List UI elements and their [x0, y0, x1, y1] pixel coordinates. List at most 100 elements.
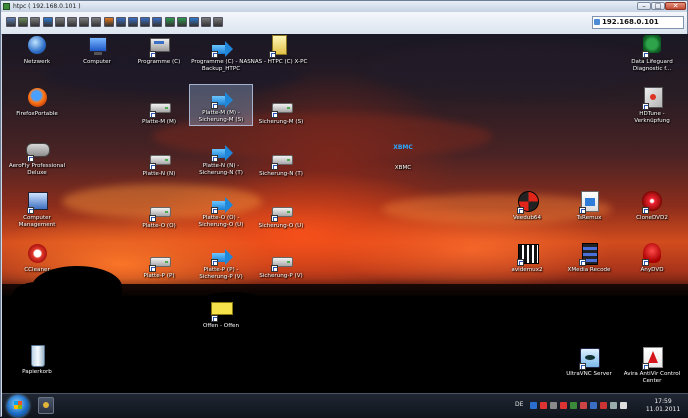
- fullscreen-toggle-icon[interactable]: [213, 17, 224, 27]
- shortcut-arrow-icon: [271, 111, 278, 118]
- shortcut-arrow-icon: [642, 259, 649, 266]
- shortcut-arrow-icon: [211, 259, 218, 266]
- language-indicator[interactable]: DE: [515, 401, 523, 408]
- alt-key-icon[interactable]: [79, 17, 90, 27]
- desktop-icon-lifeguard[interactable]: Data Lifeguard Diagnostic f...: [620, 34, 684, 72]
- desktop-icon-offen[interactable]: Offen - Offen: [189, 298, 253, 330]
- desktop-icon-anydvd[interactable]: AnyDVD: [620, 242, 684, 274]
- record-icon[interactable]: [189, 17, 199, 27]
- tray-icon[interactable]: [530, 402, 537, 409]
- screenshot-icon[interactable]: [201, 17, 212, 27]
- desktop-icon-clonedvd[interactable]: CloneDVD2: [620, 190, 684, 222]
- ctrl-alt-del-icon[interactable]: [54, 17, 65, 27]
- desktop-icon-platte-n[interactable]: Platte-N (N): [127, 146, 191, 178]
- shortcut-arrow-icon: [517, 259, 524, 266]
- windows-key-icon[interactable]: [91, 17, 102, 27]
- desktop-icon-sicherung-o[interactable]: Sicherung-O (U): [249, 198, 313, 230]
- send-icon[interactable]: [176, 17, 187, 27]
- desktop-icon-label: Sicherung-M (S): [258, 119, 304, 125]
- desktop-icon-ultravnc[interactable]: UltraVNC Server: [557, 346, 621, 378]
- desktop-icon-platte-n-sicherung[interactable]: Platte-N (N) - Sicherung-N (T): [189, 138, 253, 176]
- shortcut-arrow-icon: [579, 259, 586, 266]
- desktop-icon-firefox[interactable]: FirefoxPortable: [5, 86, 69, 118]
- tray-icon[interactable]: [610, 402, 617, 409]
- desktop-icon-label: Platte-N (N): [142, 171, 176, 177]
- tray-icon[interactable]: [580, 402, 587, 409]
- desktop-icon-hdtune[interactable]: HDTune - Verknüpfung: [620, 86, 684, 124]
- desktop-icon-computer[interactable]: Computer: [65, 34, 129, 66]
- connection-info-icon[interactable]: [18, 17, 29, 27]
- shortcut-arrow-icon: [642, 103, 649, 110]
- desktop-icon-avidemux[interactable]: avidemux2: [495, 242, 559, 274]
- host-address-field[interactable]: 192.168.0.101: [592, 16, 684, 29]
- maximize-button[interactable]: □: [651, 2, 665, 10]
- refresh-icon[interactable]: [42, 17, 53, 27]
- desktop-icon-label: HDTune - Verknüpfung: [634, 111, 670, 124]
- shortcut-arrow-icon: [149, 163, 156, 170]
- tray-icon[interactable]: [550, 402, 557, 409]
- desktop-icon-sicherung-n[interactable]: Sicherung-N (T): [249, 146, 313, 178]
- desktop-icon-label: Sicherung-N (T): [259, 171, 303, 177]
- desktop-icon-ccleaner[interactable]: CCleaner: [5, 242, 69, 274]
- shortcut-arrow-icon: [517, 207, 524, 214]
- desktop-icon-label: Netzwerk: [23, 59, 51, 65]
- sync-offen-icon: [211, 302, 233, 315]
- settings-icon[interactable]: [30, 17, 41, 27]
- vnc-app-icon: [3, 3, 10, 10]
- title-bar: htpc ( 192.168.0.101 ) – □ ✕: [1, 1, 687, 12]
- network-icon: [28, 36, 46, 54]
- minimize-button[interactable]: –: [637, 2, 651, 10]
- desktop-icon-label: CloneDVD2: [636, 215, 668, 221]
- desktop-icon-programme-nas-backup[interactable]: Programme (C) - NAS Backup_HTPC: [189, 34, 253, 72]
- tray-icon[interactable]: [620, 402, 627, 409]
- ccleaner-icon: [28, 244, 47, 263]
- desktop-icon-platte-m[interactable]: Platte-M (M): [127, 94, 191, 126]
- clock-time[interactable]: 17:59: [648, 398, 678, 405]
- desktop-icon-platte-m-sicherung[interactable]: Platte-M (M) - Sicherung-M (S): [189, 84, 253, 126]
- shortcut-arrow-icon: [271, 163, 278, 170]
- file-transfer-icon[interactable]: [128, 17, 138, 27]
- desktop-icon-papierkorb[interactable]: Papierkorb: [5, 344, 69, 376]
- tray-icon[interactable]: [540, 402, 547, 409]
- scale-icon[interactable]: [140, 17, 151, 27]
- desktop-icon-label: UltraVNC Server: [566, 371, 612, 377]
- desktop-icon-programme-c[interactable]: Programme (C): [127, 34, 191, 66]
- recycle-bin-icon: [31, 345, 45, 367]
- desktop-icon-platte-o-sicherung[interactable]: Platte-O (O) - Sicherung-O (U): [189, 190, 253, 228]
- monitor-icon[interactable]: [152, 17, 163, 27]
- desktop-icon-netzwerk[interactable]: Netzwerk: [5, 34, 69, 66]
- start-button[interactable]: [7, 395, 29, 417]
- tray-icon[interactable]: [570, 402, 577, 409]
- desktop-icon-avira[interactable]: Avira AntiVir Control Center: [620, 346, 684, 384]
- desktop-icon-platte-o[interactable]: Platte-O (O): [127, 198, 191, 230]
- desktop-icon-xmedia-recode[interactable]: XMedia Recode: [557, 242, 621, 274]
- desktop-icon-xbmc[interactable]: XBMC XBMC: [371, 140, 435, 172]
- desktop-icon-aerofly[interactable]: AeroFly Professional Deluxe: [5, 138, 69, 176]
- tray-icon[interactable]: [590, 402, 597, 409]
- wallpaper-cloud: [362, 44, 662, 94]
- shortcut-arrow-icon: [579, 363, 586, 370]
- ctrl-key-icon[interactable]: [67, 17, 77, 27]
- desktop-icon-label: Offen - Offen: [202, 323, 240, 329]
- desktop-icon-nas-htpc[interactable]: NAS - HTPC (C) X-PC: [247, 34, 311, 66]
- desktop-icon-label: Data Lifeguard Diagnostic f...: [631, 59, 673, 72]
- stop-icon[interactable]: [103, 17, 114, 27]
- desktop-icon-platte-p[interactable]: Platte-P (P): [127, 248, 191, 280]
- window-title: htpc ( 192.168.0.101 ): [13, 3, 81, 10]
- desktop-icon-sicherung-p[interactable]: Sicherung-P (V): [249, 248, 313, 280]
- desktop-icon-computer-management[interactable]: Computer Management: [5, 190, 69, 228]
- remote-desktop[interactable]: Netzwerk FirefoxPortable AeroFly Profess…: [2, 34, 688, 393]
- chat-icon[interactable]: [164, 17, 175, 27]
- options-icon[interactable]: [6, 17, 16, 27]
- close-button[interactable]: ✕: [665, 2, 686, 10]
- taskbar-app-button[interactable]: [38, 397, 54, 414]
- tray-icon[interactable]: [560, 402, 567, 409]
- clock-date[interactable]: 11.01.2011: [642, 406, 684, 413]
- desktop-icon-tsremux[interactable]: TsRemux: [557, 190, 621, 222]
- desktop-icon-sicherung-m[interactable]: Sicherung-M (S): [249, 94, 313, 126]
- tray-icon[interactable]: [600, 402, 607, 409]
- desktop-icon-veedub[interactable]: Veedub64: [495, 190, 559, 222]
- desktop-icon-label: Computer Management: [18, 215, 56, 228]
- fullscreen-icon[interactable]: [115, 17, 126, 27]
- desktop-icon-platte-p-sicherung[interactable]: Platte-P (P) - Sicherung-P (V): [189, 242, 253, 280]
